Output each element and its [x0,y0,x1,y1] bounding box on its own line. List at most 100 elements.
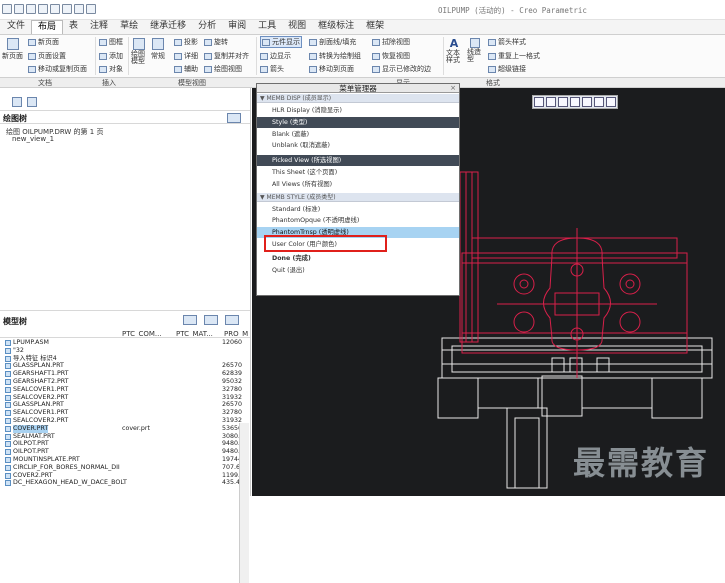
group-label-model-views[interactable]: 模型视图 [178,78,206,88]
move-to-page-button[interactable]: 移动到页面 [309,64,354,74]
close-icon[interactable]: × [450,84,456,93]
save-icon[interactable] [26,4,36,14]
table-row[interactable]: GEARSHAFT1.PRT 62839 [0,370,250,378]
annotation-display-icon[interactable] [606,97,616,107]
projection-button[interactable]: 投影 [174,37,198,47]
arrow-button[interactable]: 箭头 [260,64,284,74]
layer-tree-tab-icon[interactable] [27,97,37,107]
table-row[interactable]: MOUNTINSPLATE.PRT 19744 [0,456,250,464]
menu-item[interactable]: Done (完成) [257,253,459,264]
auxiliary-button[interactable]: 辅助 [174,64,198,74]
menu-item[interactable]: Standard (标准) [257,204,459,215]
frame-button[interactable]: 图框 [99,37,123,47]
tab-frame-annotation[interactable]: 框级标注 [312,20,360,34]
new-page-button[interactable]: 新页面 [28,37,59,47]
restore-view-button[interactable]: 恢复视图 [372,51,410,61]
object-button[interactable]: 对象 [99,64,123,74]
table-row[interactable]: GLASSPLAN.PRT 26570 [0,362,250,370]
tab-layout[interactable]: 布局 [31,20,64,34]
component-display-button[interactable]: 元件显示 [260,36,302,48]
menu-item[interactable]: All Views (所有视图) [257,179,459,190]
tab-sketch[interactable]: 草绘 [114,20,144,34]
table-row[interactable]: LPUMP.ASM 12060 [0,339,250,347]
close-window-icon[interactable] [86,4,96,14]
zoom-out-icon[interactable] [558,97,568,107]
tree-settings-icon[interactable] [227,113,241,123]
model-tree-filter-icon[interactable] [225,315,239,325]
detail-button[interactable]: 详细 [174,51,198,61]
refit-icon[interactable] [534,97,544,107]
erase-view-button[interactable]: 拭除视图 [372,37,410,47]
table-row[interactable]: GEARSHAFT2.PRT 95032 [0,378,250,386]
arrow-style-button[interactable]: 箭头样式 [488,37,526,47]
show-modified-edges-button[interactable]: 显示已修改的边 [372,64,431,74]
regenerate-icon[interactable] [62,4,72,14]
menu-item[interactable]: Picked View (所选视图) [257,155,459,167]
tab-frame[interactable]: 框架 [360,20,390,34]
tab-legacy-migration[interactable]: 继承迁移 [144,20,192,34]
rotate-button[interactable]: 旋转 [204,37,228,47]
menu-item[interactable]: Unblank (取消遮蔽) [257,140,459,151]
redo-icon[interactable] [50,4,60,14]
windows-icon[interactable] [74,4,84,14]
tab-review[interactable]: 审阅 [222,20,252,34]
tab-tools[interactable]: 工具 [252,20,282,34]
model-tree-scrollbar[interactable] [239,423,249,583]
model-tree-tab-icon[interactable] [12,97,22,107]
display-style-icon[interactable] [582,97,592,107]
new-file-icon[interactable] [2,4,12,14]
table-row[interactable]: OILPOT.PRT 9480.6 [0,448,250,456]
menu-item[interactable]: Style (类型) [257,116,459,128]
menu-item[interactable]: Quit (退出) [257,265,459,276]
datum-display-icon[interactable] [594,97,604,107]
text-style-button[interactable]: A 文本样式 [446,38,462,64]
undo-icon[interactable] [38,4,48,14]
menu-item[interactable]: This Sheet (这个页面) [257,167,459,178]
repeat-format-button[interactable]: 重复上一格式 [488,51,540,61]
group-label-document[interactable]: 文档 [38,78,52,88]
drawing-view-button[interactable]: 绘图视图 [204,64,242,74]
group-label-insert[interactable]: 插入 [102,78,116,88]
add-button[interactable]: 添加 [99,51,123,61]
menu-item[interactable]: HLR Display (消隐显示) [257,105,459,116]
open-file-icon[interactable] [14,4,24,14]
table-row[interactable]: 导入特征 标识4 [0,355,250,363]
table-row[interactable]: SEALCOVER2.PRT 31932 [0,417,250,425]
menu-item[interactable]: Blank (遮蔽) [257,129,459,140]
line-style-button[interactable]: 线造型 [467,38,483,63]
tab-annotate[interactable]: 注释 [84,20,114,34]
group-label-format[interactable]: 格式 [486,78,500,88]
table-row[interactable]: COVER2.PRT 1199.9 [0,472,250,480]
menu-section-header[interactable]: ▼ MEMB DISP (成员显示) [257,94,459,103]
convert-draw-group-button[interactable]: 转换为绘制组 [309,51,361,61]
new-page-large-button[interactable]: 新页面 [2,38,23,61]
table-row[interactable]: SEALCOVER2.PRT 31932 [0,394,250,402]
copy-align-button[interactable]: 复制并对齐 [204,51,249,61]
model-tree-settings-icon[interactable] [204,315,218,325]
table-row[interactable]: CIRCLIP_FOR_BORES_NORMAL_DII 707.6 [0,464,250,472]
table-row[interactable]: "32 [0,347,250,355]
drawing-view-item[interactable]: new_view_1 [12,135,54,143]
table-row[interactable]: SEALCOVER1.PRT 32780 [0,386,250,394]
normal-view-button[interactable]: 常规 [151,38,165,61]
table-row[interactable]: OILPOT.PRT 9480.6 [0,440,250,448]
table-row[interactable]: SEALCOVER1.PRT 32780 [0,409,250,417]
menu-section-header[interactable]: ▼ MEMB STYLE (成员类型) [257,192,459,202]
tab-analysis[interactable]: 分析 [192,20,222,34]
tab-file[interactable]: 文件 [1,20,31,34]
hyperlink-button[interactable]: 超级链接 [488,64,526,74]
zoom-in-icon[interactable] [546,97,556,107]
hatch-fill-button[interactable]: 剖面线/填充 [309,37,356,47]
model-tree-show-icon[interactable] [183,315,197,325]
repaint-icon[interactable] [570,97,580,107]
menu-item[interactable]: PhantomOpque (不透明虚线) [257,215,459,226]
page-setup-button[interactable]: 页面设置 [28,51,66,61]
table-row[interactable]: GLASSPLAN.PRT 26570 [0,401,250,409]
edge-display-button[interactable]: 边显示 [260,51,291,61]
drawing-model-button[interactable]: 绘图模型 [131,38,147,65]
move-copy-page-button[interactable]: 移动或复制页面 [28,64,87,74]
tab-table[interactable]: 表 [63,20,84,34]
table-row[interactable]: DC_HEXAGON_HEAD_W_DACE_BOLT 435.4 [0,479,250,487]
table-row[interactable]: SEALMAT.PRT 3080. [0,433,250,441]
table-row[interactable]: COVER.PRT cover.prt 53656 [0,424,250,433]
